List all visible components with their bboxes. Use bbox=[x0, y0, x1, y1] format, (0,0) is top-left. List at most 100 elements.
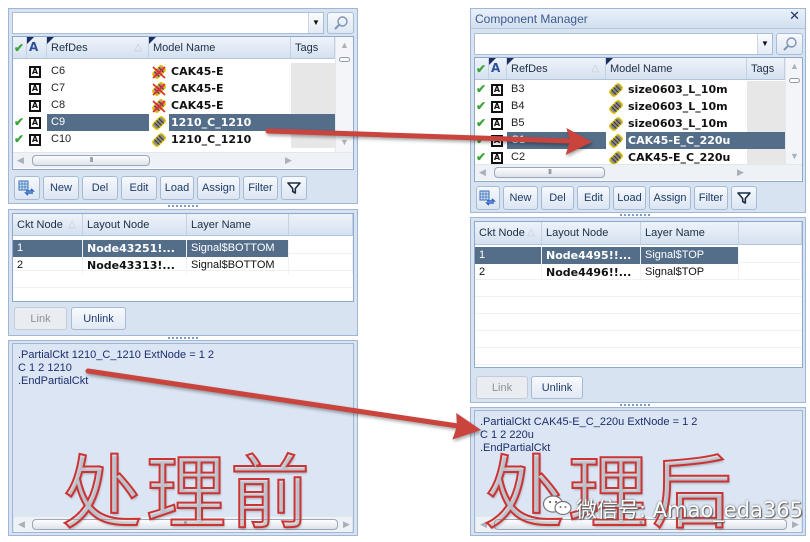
scroll-thumb[interactable] bbox=[339, 57, 350, 62]
header-ckt-node[interactable]: Ckt Node △ bbox=[13, 214, 83, 235]
filter-toggle-button[interactable] bbox=[731, 186, 757, 210]
checked-cell[interactable]: ✔ bbox=[13, 80, 27, 97]
tags-cell[interactable] bbox=[747, 98, 785, 115]
checked-cell[interactable]: ✔ bbox=[13, 114, 27, 131]
model-name-cell[interactable]: 1210_C_1210 bbox=[149, 114, 291, 131]
scroll-thumb[interactable]: III bbox=[32, 155, 150, 166]
unlink-button[interactable]: Unlink bbox=[71, 307, 126, 330]
scroll-thumb[interactable] bbox=[789, 78, 800, 83]
refdes-cell[interactable]: C7 bbox=[47, 80, 149, 97]
refdes-cell[interactable]: B3 bbox=[507, 81, 606, 98]
delete-button[interactable]: Del bbox=[541, 186, 574, 210]
scroll-thumb[interactable]: III bbox=[494, 167, 605, 178]
refdes-cell[interactable]: C10 bbox=[47, 131, 149, 148]
refdes-cell[interactable]: B4 bbox=[507, 98, 606, 115]
scroll-up-icon[interactable]: ▲ bbox=[336, 40, 353, 50]
model-name-cell[interactable]: CAK45-E bbox=[149, 80, 291, 97]
component-row[interactable]: ✔ A C1 CAK45-E_C_220u bbox=[475, 132, 785, 149]
header-ckt-node[interactable]: Ckt Node △ bbox=[475, 222, 542, 244]
checked-cell[interactable]: ✔ bbox=[475, 115, 489, 132]
component-row[interactable]: ✔ A C7 CAK45-E bbox=[13, 80, 335, 97]
scroll-left-icon[interactable]: ◀ bbox=[479, 165, 486, 180]
header-refdes[interactable]: RefDes △ bbox=[507, 58, 606, 79]
refdes-cell[interactable]: C9 bbox=[47, 114, 149, 131]
horizontal-scrollbar[interactable]: ◀ III ▶ bbox=[13, 152, 353, 168]
model-name-cell[interactable]: CAK45-E bbox=[149, 97, 291, 114]
filter-button[interactable]: Filter bbox=[243, 176, 278, 200]
component-row[interactable]: ✔ A C9 1210_C_1210 bbox=[13, 114, 335, 131]
tags-cell[interactable] bbox=[747, 115, 785, 132]
model-name-cell[interactable]: CAK45-E_C_220u bbox=[606, 132, 747, 149]
ckt-node-cell[interactable]: 1 bbox=[13, 240, 83, 257]
scroll-right-icon[interactable]: ▶ bbox=[285, 153, 292, 168]
right-search-button[interactable] bbox=[776, 33, 803, 55]
checked-cell[interactable]: ✔ bbox=[13, 97, 27, 114]
model-name-cell[interactable]: size0603_L_10m bbox=[606, 115, 747, 132]
load-button[interactable]: Load bbox=[160, 176, 194, 200]
model-name-cell[interactable]: 1210_C_1210 bbox=[149, 131, 291, 148]
model-name-cell[interactable]: size0603_L_10m bbox=[606, 98, 747, 115]
layout-node-cell[interactable]: Node4495!!... bbox=[542, 247, 641, 264]
ckt-node-cell[interactable]: 1 bbox=[475, 247, 542, 264]
sync-button[interactable] bbox=[476, 186, 500, 210]
edit-button[interactable]: Edit bbox=[121, 176, 157, 200]
left-search-button[interactable] bbox=[327, 12, 354, 34]
scroll-left-icon[interactable]: ◀ bbox=[18, 517, 25, 532]
link-button[interactable]: Link bbox=[476, 376, 528, 399]
filter-toggle-button[interactable] bbox=[281, 176, 307, 200]
component-row[interactable]: ✔ A B5 size0603_L_10m bbox=[475, 115, 785, 132]
model-name-cell[interactable]: size0603_L_10m bbox=[606, 81, 747, 98]
tags-cell[interactable] bbox=[747, 132, 785, 149]
model-name-cell[interactable]: CAK45-E bbox=[149, 63, 291, 80]
refdes-cell[interactable]: C1 bbox=[507, 132, 606, 149]
refdes-cell[interactable]: C6 bbox=[47, 63, 149, 80]
dropdown-arrow-icon[interactable]: ▼ bbox=[757, 34, 772, 54]
checked-cell[interactable]: ✔ bbox=[475, 81, 489, 98]
tags-cell[interactable] bbox=[291, 63, 335, 80]
checked-cell[interactable]: ✔ bbox=[475, 132, 489, 149]
header-model-name[interactable]: Model Name bbox=[606, 58, 747, 79]
assign-button[interactable]: Assign bbox=[649, 186, 691, 210]
ckt-node-cell[interactable]: 2 bbox=[475, 264, 542, 281]
component-row[interactable]: ✔ A C6 CAK45-E bbox=[13, 63, 335, 80]
left-search-box[interactable]: ▼ bbox=[12, 12, 324, 34]
new-button[interactable]: New bbox=[503, 186, 538, 210]
header-checked[interactable]: ✔ bbox=[475, 58, 489, 79]
header-tags[interactable]: Tags bbox=[291, 37, 335, 58]
header-layer-name[interactable]: Layer Name bbox=[641, 222, 739, 244]
node-row[interactable]: 2 Node43313!... Signal$BOTTOM bbox=[13, 257, 353, 274]
header-checked[interactable]: ✔ bbox=[13, 37, 27, 58]
tags-cell[interactable] bbox=[291, 131, 335, 148]
unlink-button[interactable]: Unlink bbox=[531, 376, 583, 399]
layer-name-cell[interactable]: Signal$BOTTOM bbox=[187, 240, 289, 257]
header-layer-name[interactable]: Layer Name bbox=[187, 214, 289, 235]
layout-node-cell[interactable]: Node43313!... bbox=[83, 257, 187, 274]
node-row[interactable]: 2 Node4496!!... Signal$TOP bbox=[475, 264, 802, 281]
scroll-right-icon[interactable]: ▶ bbox=[737, 165, 744, 180]
assign-button[interactable]: Assign bbox=[197, 176, 240, 200]
header-refdes[interactable]: RefDes △ bbox=[47, 37, 149, 58]
filter-button[interactable]: Filter bbox=[694, 186, 728, 210]
splitter-handle[interactable] bbox=[168, 337, 198, 339]
splitter-handle[interactable] bbox=[168, 205, 198, 207]
splitter-handle[interactable] bbox=[620, 214, 650, 216]
scroll-up-icon[interactable]: ▲ bbox=[786, 61, 802, 71]
layout-node-cell[interactable]: Node4496!!... bbox=[542, 264, 641, 281]
refdes-cell[interactable]: C8 bbox=[47, 97, 149, 114]
header-layout-node[interactable]: Layout Node bbox=[83, 214, 187, 235]
tags-cell[interactable] bbox=[291, 97, 335, 114]
layer-name-cell[interactable]: Signal$TOP bbox=[641, 264, 739, 281]
right-search-box[interactable]: ▼ bbox=[474, 33, 773, 55]
checked-cell[interactable]: ✔ bbox=[13, 63, 27, 80]
scroll-left-icon[interactable]: ◀ bbox=[17, 153, 24, 168]
sync-button[interactable] bbox=[14, 176, 40, 200]
header-tags[interactable]: Tags bbox=[747, 58, 785, 79]
vertical-scrollbar[interactable]: ▲ ▼ bbox=[785, 58, 802, 164]
link-button[interactable]: Link bbox=[14, 307, 67, 330]
component-row[interactable]: ✔ A B3 size0603_L_10m bbox=[475, 81, 785, 98]
node-row[interactable]: 1 Node43251!... Signal$BOTTOM bbox=[13, 240, 353, 257]
splitter-handle[interactable] bbox=[620, 404, 650, 406]
header-layout-node[interactable]: Layout Node bbox=[542, 222, 641, 244]
refdes-cell[interactable]: B5 bbox=[507, 115, 606, 132]
new-button[interactable]: New bbox=[43, 176, 79, 200]
